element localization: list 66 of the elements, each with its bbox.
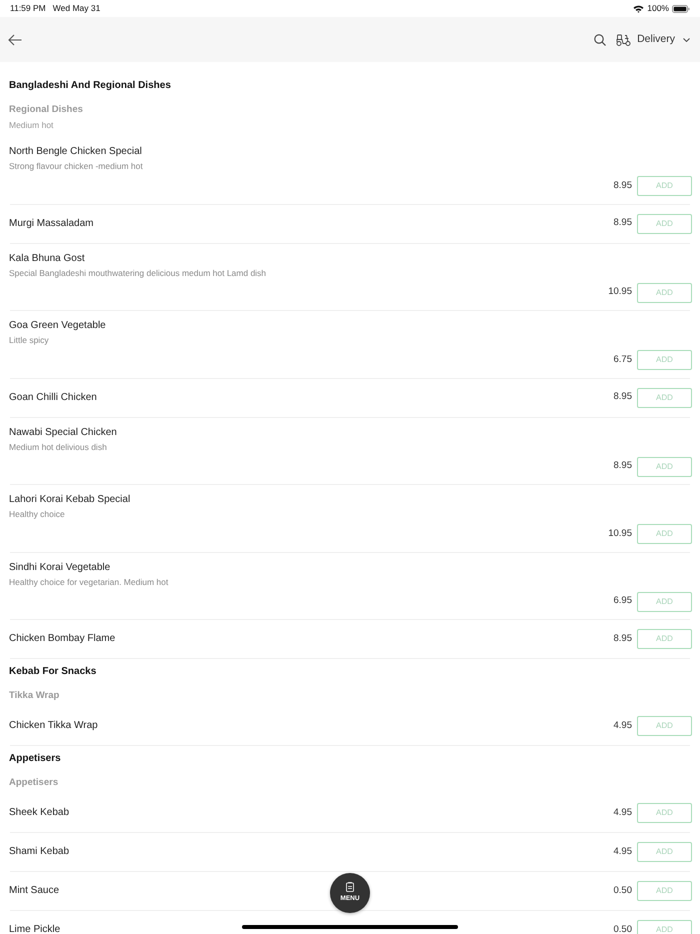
item-description: Healthy choice (9, 508, 65, 521)
add-button[interactable]: ADD (637, 920, 692, 934)
item-name: Lahori Korai Kebab Special (9, 493, 130, 507)
item-description: Special Bangladeshi mouthwatering delicious medum hot Lamd dish (9, 266, 266, 280)
item-name: Kala Bhuna Gost (9, 252, 85, 266)
add-button[interactable]: ADD (637, 350, 692, 370)
item-price: 8.95 (614, 390, 632, 404)
add-button[interactable]: ADD (637, 842, 692, 862)
status-time: 11:59 PM (10, 2, 46, 15)
item-description: Strong flavour chicken -medium hot (9, 160, 143, 173)
battery-icon (672, 4, 690, 12)
item-price: 8.95 (614, 459, 632, 474)
item-price: 8.95 (614, 178, 632, 193)
subcategory-title: Tikka Wrap (9, 689, 60, 703)
item-name: Sheek Kebab (9, 806, 70, 820)
item-name: North Bengle Chicken Special (9, 145, 142, 159)
add-button[interactable]: ADD (637, 592, 692, 612)
section-title: Bangladeshi And Regional Dishes (9, 79, 171, 93)
clipboard-icon (346, 882, 354, 892)
item-description: Healthy choice for vegetarian. Medium hot (9, 576, 168, 588)
add-button[interactable]: ADD (637, 388, 692, 408)
item-description: Little spicy (9, 334, 49, 347)
item-price: 8.95 (614, 216, 632, 230)
add-button[interactable]: ADD (637, 524, 692, 544)
item-price: 10.95 (608, 285, 632, 300)
item-price: 4.95 (614, 718, 632, 733)
item-price: 8.95 (614, 632, 632, 646)
add-button[interactable]: ADD (637, 803, 692, 823)
item-name: Shami Kebab (9, 845, 70, 859)
item-name: Lime Pickle (9, 923, 60, 934)
subcategory-title: Regional Dishes (9, 103, 83, 117)
item-price: 0.50 (614, 884, 632, 898)
item-name: Mint Sauce (9, 884, 60, 898)
battery-percentage: 100% (647, 2, 669, 15)
item-price: 4.95 (614, 806, 632, 820)
status-date: Wed May 31 (52, 2, 100, 15)
subcategory-description: Medium hot (9, 119, 54, 131)
item-name: Chicken Tikka Wrap (9, 719, 98, 733)
item-price: 6.75 (614, 352, 632, 367)
wifi-icon (633, 4, 644, 12)
add-button[interactable]: ADD (637, 716, 692, 736)
item-name: Goan Chilli Chicken (9, 390, 97, 404)
item-price: 10.95 (608, 526, 632, 541)
item-name: Goa Green Vegetable (9, 319, 106, 333)
item-name: Murgi Massaladam (9, 216, 94, 230)
item-price: 0.50 (614, 922, 632, 934)
search-icon[interactable] (594, 34, 606, 46)
section-title: Appetisers (9, 752, 61, 766)
item-name: Sindhi Korai Vegetable (9, 560, 110, 574)
add-button[interactable]: ADD (637, 881, 692, 901)
scooter-icon (616, 34, 632, 46)
delivery-mode-selector[interactable]: Delivery (616, 32, 690, 48)
item-name: Chicken Bombay Flame (9, 632, 116, 646)
subcategory-title: Appetisers (9, 776, 58, 790)
add-button[interactable]: ADD (637, 176, 692, 196)
back-arrow-icon[interactable] (8, 34, 22, 46)
chevron-down-icon (683, 38, 690, 42)
item-price: 4.95 (614, 844, 632, 859)
add-button[interactable]: ADD (637, 629, 692, 649)
item-name: Nawabi Special Chicken (9, 426, 117, 440)
item-price: 6.95 (614, 594, 632, 608)
item-description: Medium hot delivious dish (9, 440, 107, 454)
add-button[interactable]: ADD (637, 282, 692, 302)
add-button[interactable]: ADD (637, 214, 692, 234)
add-button[interactable]: ADD (637, 456, 692, 476)
section-title: Kebab For Snacks (9, 665, 96, 679)
